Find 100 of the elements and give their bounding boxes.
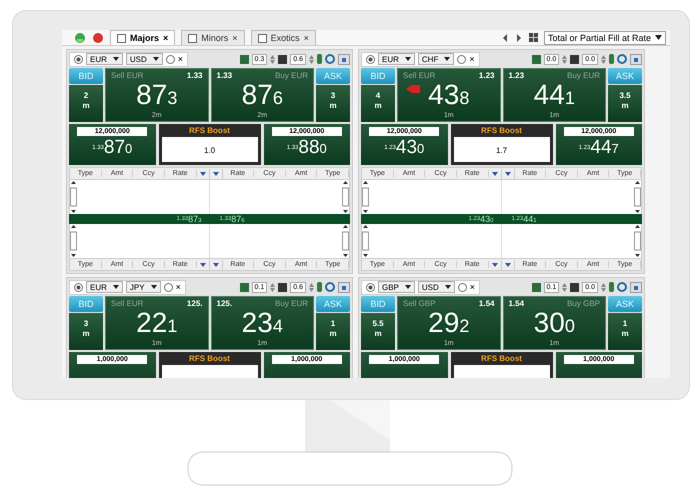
caret-icon <box>404 57 411 61</box>
close-button[interactable]: × <box>470 282 476 292</box>
tab-close[interactable]: × <box>304 33 309 43</box>
pips-price: 873 <box>136 80 178 112</box>
refresh-icon[interactable] <box>617 282 627 292</box>
radio-button[interactable] <box>366 54 375 64</box>
tile-label: Buy EUR <box>275 71 308 80</box>
close-button[interactable]: × <box>176 282 181 292</box>
tab-label: Majors <box>130 33 160 43</box>
caret-icon <box>444 285 451 289</box>
radio-button[interactable] <box>74 282 83 292</box>
bid-size: 5.5 m <box>361 313 395 350</box>
refresh-icon[interactable] <box>617 54 627 64</box>
close-button[interactable]: × <box>178 54 184 64</box>
spinner-arrows-icon[interactable] <box>309 282 314 292</box>
pips-price: 221 <box>136 308 178 340</box>
scrollbar[interactable] <box>70 224 77 258</box>
boost-field[interactable]: 1.0 <box>162 137 258 162</box>
caret-icon <box>150 285 157 289</box>
document-icon <box>117 34 126 42</box>
record-icon[interactable] <box>92 32 104 44</box>
bar-icon[interactable] <box>317 54 322 64</box>
tab[interactable]: Exotics × <box>250 30 316 45</box>
ask-size: 1 m <box>608 313 642 350</box>
caret-icon <box>404 285 411 289</box>
scrollbar[interactable] <box>362 224 369 258</box>
lock-button[interactable] <box>630 282 642 292</box>
app-icon[interactable] <box>74 32 86 44</box>
pips-price: 234 <box>242 308 283 340</box>
rate-prefix: 125. <box>216 299 232 308</box>
spinner-arrows-icon[interactable] <box>562 282 568 292</box>
ask-size: 3.5 m <box>608 85 642 122</box>
bar-icon[interactable] <box>609 54 614 64</box>
boost-field[interactable]: 1.7 <box>454 137 550 162</box>
radio-button[interactable] <box>74 54 83 64</box>
caret-icon <box>444 57 450 61</box>
document-icon <box>188 34 198 42</box>
currency-dropdown[interactable]: USD <box>126 53 163 65</box>
spinner-arrows-icon[interactable] <box>270 282 276 292</box>
currency-dropdown[interactable]: CHF <box>418 53 454 65</box>
tab[interactable]: Majors × <box>110 30 176 45</box>
tab-close[interactable]: × <box>163 33 168 43</box>
scrollbar[interactable] <box>634 224 641 258</box>
square-icon <box>240 54 249 64</box>
grid-icon[interactable] <box>528 33 538 42</box>
bid-size: 4 m <box>361 85 395 122</box>
scrollbar[interactable] <box>70 180 77 214</box>
spinner-arrows-icon[interactable] <box>562 54 568 64</box>
rate-prefix: 1.23 <box>508 71 524 80</box>
spinner-arrows-icon[interactable] <box>601 54 606 64</box>
currency-dropdown[interactable]: EUR <box>86 53 123 65</box>
rate-prefix: 125. <box>186 299 202 308</box>
currency-dropdown[interactable]: JPY <box>126 281 161 293</box>
spinner-arrows-icon[interactable] <box>601 282 606 292</box>
tab[interactable]: Minors × <box>181 30 245 45</box>
rate-prefix: 1.54 <box>508 299 524 308</box>
caret-icon <box>112 57 119 61</box>
square-icon <box>240 282 249 292</box>
currency-dropdown[interactable]: EUR <box>378 53 415 65</box>
scrollbar[interactable] <box>342 180 349 214</box>
refresh-icon[interactable] <box>325 282 335 292</box>
left-arrow-icon[interactable] <box>500 32 509 42</box>
scrollbar[interactable] <box>362 180 369 214</box>
right-arrow-icon[interactable] <box>514 32 523 42</box>
currency-dropdown[interactable]: USD <box>418 281 455 293</box>
radio-button[interactable] <box>457 54 466 64</box>
caret-icon <box>655 35 662 40</box>
radio-button[interactable] <box>164 282 173 292</box>
lock-button[interactable] <box>630 54 642 64</box>
scrollbar[interactable] <box>634 180 641 214</box>
tile-label: Sell EUR <box>403 71 436 80</box>
tab-close[interactable]: × <box>232 33 238 43</box>
fill-mode-dropdown[interactable]: Total or Partial Fill at Rate <box>544 30 666 44</box>
square-icon <box>278 282 288 292</box>
rate-prefix: 1.33 <box>186 71 202 80</box>
bar-icon[interactable] <box>317 282 322 292</box>
spinner-arrows-icon[interactable] <box>270 54 276 64</box>
close-button[interactable]: × <box>469 54 475 64</box>
currency-dropdown[interactable]: EUR <box>86 281 123 293</box>
radio-button[interactable] <box>458 282 467 292</box>
square-icon <box>570 282 580 292</box>
bar-icon[interactable] <box>609 282 614 292</box>
tile-label: Sell EUR <box>111 299 144 308</box>
radio-button[interactable] <box>366 282 375 292</box>
tab-label: Exotics <box>270 33 300 43</box>
caret-icon <box>152 57 159 61</box>
currency-dropdown[interactable]: GBP <box>378 281 415 293</box>
pips-price: 292 <box>428 308 470 340</box>
tab-label: Minors <box>201 33 228 43</box>
lock-button[interactable] <box>338 282 350 292</box>
scrollbar[interactable] <box>342 224 349 258</box>
pips-price: 300 <box>534 308 575 340</box>
spinner-arrows-icon[interactable] <box>309 54 314 64</box>
rate-prefix: 1.33 <box>216 71 232 80</box>
radio-button[interactable] <box>166 54 175 64</box>
rfs-rate: $^{1.23}$447 <box>578 138 619 159</box>
lock-button[interactable] <box>338 54 350 64</box>
pips-price: 876 <box>242 80 283 112</box>
refresh-icon[interactable] <box>325 54 335 64</box>
bid-size: 3 m <box>69 313 103 350</box>
